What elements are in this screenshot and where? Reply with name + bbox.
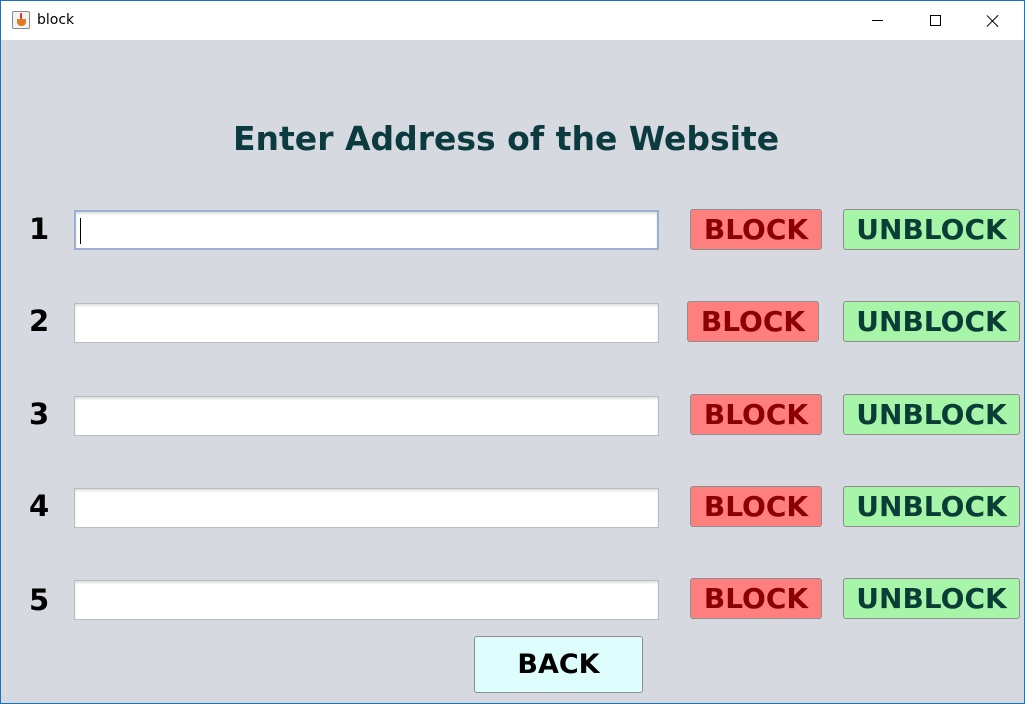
back-button[interactable]: BACK bbox=[474, 636, 643, 693]
block-button-5[interactable]: BLOCK bbox=[690, 578, 822, 619]
close-button[interactable] bbox=[964, 1, 1022, 40]
row-number-1: 1 bbox=[29, 212, 50, 246]
unblock-button-3[interactable]: UNBLOCK bbox=[843, 394, 1020, 435]
row-number-2: 2 bbox=[29, 304, 50, 338]
website-address-input-1[interactable] bbox=[74, 210, 659, 250]
page-heading: Enter Address of the Website bbox=[233, 119, 780, 158]
window-title: block bbox=[37, 12, 75, 28]
website-address-input-3[interactable] bbox=[74, 396, 659, 436]
row-number-5: 5 bbox=[29, 583, 50, 617]
minimize-button[interactable] bbox=[848, 1, 906, 40]
unblock-button-5[interactable]: UNBLOCK bbox=[843, 578, 1020, 619]
row-number-3: 3 bbox=[29, 397, 50, 431]
block-button-2[interactable]: BLOCK bbox=[687, 301, 819, 342]
minimize-icon bbox=[871, 20, 883, 21]
block-button-1[interactable]: BLOCK bbox=[690, 209, 822, 250]
unblock-button-4[interactable]: UNBLOCK bbox=[843, 486, 1020, 527]
block-button-4[interactable]: BLOCK bbox=[690, 486, 822, 527]
website-address-input-5[interactable] bbox=[74, 580, 659, 620]
website-address-input-4[interactable] bbox=[74, 488, 659, 528]
maximize-icon bbox=[929, 15, 941, 26]
block-button-3[interactable]: BLOCK bbox=[690, 394, 822, 435]
close-icon bbox=[986, 14, 1000, 28]
java-app-icon bbox=[12, 11, 30, 29]
row-number-4: 4 bbox=[29, 489, 50, 523]
website-address-input-2[interactable] bbox=[74, 303, 659, 343]
unblock-button-2[interactable]: UNBLOCK bbox=[843, 301, 1020, 342]
app-window: block Enter Address of the Website 1 BLO… bbox=[0, 0, 1025, 704]
title-bar[interactable]: block bbox=[1, 1, 1024, 40]
maximize-button[interactable] bbox=[906, 1, 964, 40]
unblock-button-1[interactable]: UNBLOCK bbox=[843, 209, 1020, 250]
text-caret bbox=[80, 218, 81, 244]
